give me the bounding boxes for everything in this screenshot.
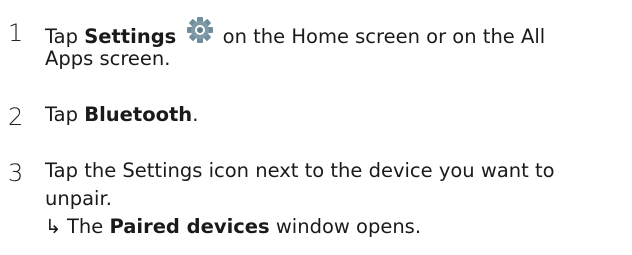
- settings-gear-icon: [187, 17, 214, 43]
- text-segment: .: [192, 103, 199, 126]
- text-segment: The: [67, 215, 110, 238]
- step-line: Tap Settings on the Home screen or on th…: [45, 17, 630, 48]
- text-segment: on the Home screen or on the All: [216, 25, 546, 48]
- step-line: Apps screen.: [45, 47, 171, 70]
- text-segment: window opens.: [269, 215, 422, 238]
- text-segment: Tap: [45, 103, 85, 126]
- step-line: Tap the Settings icon next to the device…: [45, 159, 555, 182]
- step-number: 2: [8, 103, 24, 131]
- step-text: Tap the Settings icon next to the device…: [45, 157, 630, 241]
- result-arrow-icon: ↳: [45, 215, 62, 238]
- step-number: 1: [8, 19, 24, 47]
- bold-bluetooth: Bluetooth: [84, 103, 193, 126]
- bold-paired-devices: Paired devices: [109, 215, 270, 238]
- step-text: Tap Settings on the Home screen or on th…: [45, 17, 630, 73]
- result-line: ↳ The Paired devices window opens.: [45, 213, 630, 241]
- step-text: Tap Bluetooth.: [45, 101, 630, 129]
- step-line: Tap Bluetooth.: [45, 101, 630, 129]
- step-number: 3: [8, 159, 24, 187]
- step-line: unpair.: [45, 187, 112, 210]
